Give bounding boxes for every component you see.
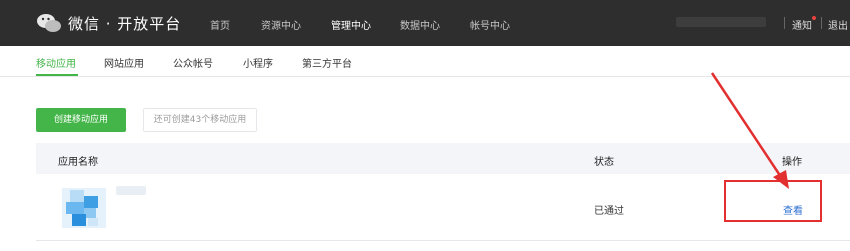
tab-website-apps[interactable]: 网站应用 bbox=[104, 55, 144, 70]
column-status: 状态 bbox=[594, 157, 614, 168]
nav-data[interactable]: 数据中心 bbox=[400, 17, 440, 32]
notice-link[interactable]: 通知 bbox=[792, 17, 812, 32]
brand-title[interactable]: 微信 · 开放平台 bbox=[68, 13, 181, 34]
app-icon-redacted bbox=[62, 188, 106, 228]
notice-badge-dot bbox=[812, 16, 816, 20]
tab-mini-programs[interactable]: 小程序 bbox=[243, 55, 273, 70]
table-header bbox=[36, 143, 850, 174]
column-app-name: 应用名称 bbox=[58, 157, 98, 168]
nav-resources[interactable]: 资源中心 bbox=[261, 17, 301, 32]
divider bbox=[821, 17, 822, 29]
tab-third-party[interactable]: 第三方平台 bbox=[302, 55, 352, 70]
nav-home[interactable]: 首页 bbox=[210, 17, 230, 32]
tab-mobile-apps[interactable]: 移动应用 bbox=[36, 55, 76, 70]
nav-management[interactable]: 管理中心 bbox=[331, 17, 371, 32]
app-name-redacted bbox=[116, 186, 146, 195]
status-badge: 已通过 bbox=[594, 206, 624, 217]
nav-account[interactable]: 帐号中心 bbox=[470, 17, 510, 32]
user-name-redacted[interactable] bbox=[676, 17, 766, 27]
logout-link[interactable]: 退出 bbox=[828, 17, 848, 32]
active-tab-indicator bbox=[36, 74, 78, 76]
create-mobile-app-button[interactable]: 创建移动应用 bbox=[36, 108, 126, 132]
divider bbox=[784, 17, 785, 29]
wechat-logo-icon bbox=[37, 14, 61, 32]
tab-official-accounts[interactable]: 公众帐号 bbox=[173, 55, 213, 70]
quota-info: 还可创建43个移动应用 bbox=[143, 108, 257, 132]
annotation-highlight-box bbox=[724, 180, 822, 222]
column-actions: 操作 bbox=[782, 157, 802, 168]
